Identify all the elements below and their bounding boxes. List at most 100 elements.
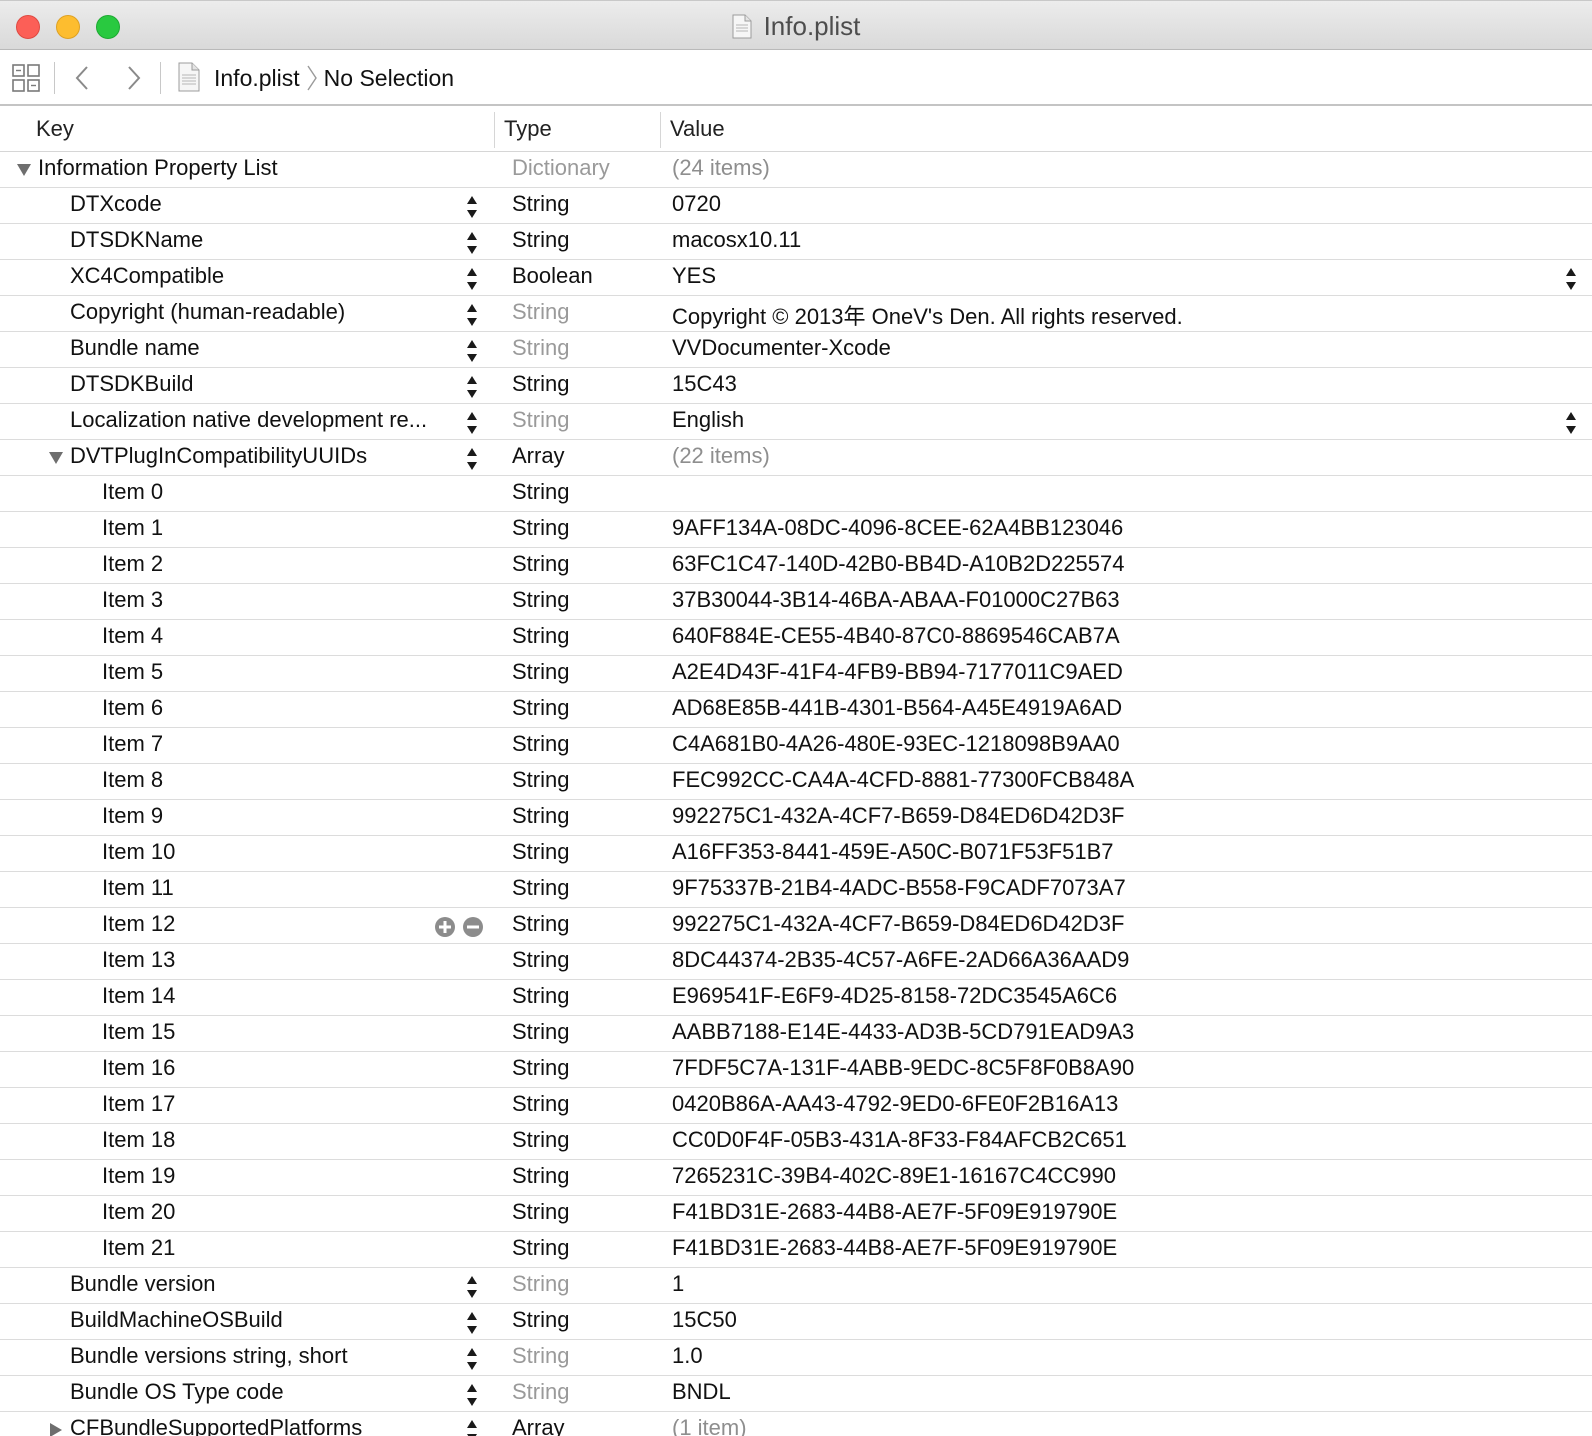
row-value[interactable]: 63FC1C47-140D-42B0-BB4D-A10B2D225574	[672, 551, 1125, 577]
plist-row[interactable]: Localization native development re... Str…	[0, 404, 1592, 440]
row-type[interactable]: String	[512, 1127, 569, 1153]
plist-row[interactable]: Item 8 String FEC992CC-CA4A-4CFD-8881-7730…	[0, 764, 1592, 800]
plist-row[interactable]: DTSDKName String macosx10.11	[0, 224, 1592, 260]
row-type[interactable]: Array	[512, 443, 565, 469]
plist-row[interactable]: Item 13 String 8DC44374-2B35-4C57-A6FE-2AD…	[0, 944, 1592, 980]
plist-row[interactable]: Item 2 String 63FC1C47-140D-42B0-BB4D-A10B…	[0, 548, 1592, 584]
row-key[interactable]: Item 9	[102, 803, 163, 829]
row-value[interactable]: A16FF353-8441-459E-A50C-B071F53F51B7	[672, 839, 1114, 865]
row-key[interactable]: Item 13	[102, 947, 175, 973]
column-header-type[interactable]: Type	[504, 116, 552, 142]
chevron-right-icon[interactable]	[124, 64, 144, 92]
up-down-stepper-icon[interactable]	[466, 1419, 478, 1436]
row-value[interactable]: (22 items)	[672, 443, 770, 469]
plist-row[interactable]: Item 14 String E969541F-E6F9-4D25-8158-72D…	[0, 980, 1592, 1016]
up-down-stepper-icon[interactable]	[466, 1275, 478, 1299]
row-key[interactable]: Item 6	[102, 695, 163, 721]
row-type[interactable]: Array	[512, 1415, 565, 1436]
row-value[interactable]: 15C50	[672, 1307, 737, 1333]
row-type[interactable]: String	[512, 803, 569, 829]
triangle-down-icon[interactable]	[48, 451, 64, 465]
row-key[interactable]: Item 8	[102, 767, 163, 793]
row-key[interactable]: Bundle OS Type code	[70, 1379, 284, 1405]
row-type[interactable]: String	[512, 695, 569, 721]
plist-row[interactable]: XC4Compatible Boolean YES	[0, 260, 1592, 296]
row-type[interactable]: String	[512, 1091, 569, 1117]
row-key[interactable]: Item 20	[102, 1199, 175, 1225]
row-type[interactable]: String	[512, 1379, 569, 1405]
row-key[interactable]: Information Property List	[38, 155, 278, 181]
row-key[interactable]: Item 14	[102, 983, 175, 1009]
triangle-right-icon[interactable]	[48, 1423, 64, 1436]
row-type[interactable]: String	[512, 947, 569, 973]
row-value[interactable]: F41BD31E-2683-44B8-AE7F-5F09E919790E	[672, 1199, 1117, 1225]
row-type[interactable]: String	[512, 1271, 569, 1297]
row-type[interactable]: Boolean	[512, 263, 593, 289]
plist-row[interactable]: Item 15 String AABB7188-E14E-4433-AD3B-5CD…	[0, 1016, 1592, 1052]
row-value[interactable]: (1 item)	[672, 1415, 747, 1436]
up-down-stepper-icon[interactable]	[466, 375, 478, 399]
row-type[interactable]: String	[512, 983, 569, 1009]
row-key[interactable]: DVTPlugInCompatibilityUUIDs	[70, 443, 367, 469]
row-type[interactable]: String	[512, 1343, 569, 1369]
plist-row[interactable]: Item 10 String A16FF353-8441-459E-A50C-B07…	[0, 836, 1592, 872]
up-down-stepper-icon[interactable]	[1565, 267, 1577, 291]
row-value[interactable]: 8DC44374-2B35-4C57-A6FE-2AD66A36AAD9	[672, 947, 1129, 973]
up-down-stepper-icon[interactable]	[466, 195, 478, 219]
plist-row[interactable]: BuildMachineOSBuild String 15C50	[0, 1304, 1592, 1340]
plist-row[interactable]: Item 5 String A2E4D43F-41F4-4FB9-BB94-7177…	[0, 656, 1592, 692]
row-value[interactable]: 1.0	[672, 1343, 703, 1369]
plist-row[interactable]: Item 16 String 7FDF5C7A-131F-4ABB-9EDC-8C5…	[0, 1052, 1592, 1088]
row-key[interactable]: Item 18	[102, 1127, 175, 1153]
row-type[interactable]: String	[512, 623, 569, 649]
row-key[interactable]: Item 2	[102, 551, 163, 577]
row-value[interactable]: 9F75337B-21B4-4ADC-B558-F9CADF7073A7	[672, 875, 1126, 901]
row-key[interactable]: Item 16	[102, 1055, 175, 1081]
plist-row[interactable]: Bundle OS Type code String BNDL	[0, 1376, 1592, 1412]
plist-row[interactable]: Item 4 String 640F884E-CE55-4B40-87C0-8869…	[0, 620, 1592, 656]
plist-row[interactable]: Item 20 String F41BD31E-2683-44B8-AE7F-5F0…	[0, 1196, 1592, 1232]
plist-row[interactable]: DTXcode String 0720	[0, 188, 1592, 224]
row-value[interactable]: English	[672, 407, 744, 433]
up-down-stepper-icon[interactable]	[1565, 411, 1577, 435]
row-type[interactable]: String	[512, 551, 569, 577]
plist-row[interactable]: Bundle versions string, short String 1.0	[0, 1340, 1592, 1376]
row-value[interactable]: E969541F-E6F9-4D25-8158-72DC3545A6C6	[672, 983, 1117, 1009]
row-value[interactable]: C4A681B0-4A26-480E-93EC-1218098B9AA0	[672, 731, 1120, 757]
row-key[interactable]: Bundle versions string, short	[70, 1343, 348, 1369]
row-key[interactable]: CFBundleSupportedPlatforms	[70, 1415, 362, 1436]
related-items-grid-icon[interactable]	[12, 64, 40, 92]
minus-circle-icon[interactable]	[462, 916, 484, 938]
row-value[interactable]: 15C43	[672, 371, 737, 397]
row-key[interactable]: XC4Compatible	[70, 263, 224, 289]
row-key[interactable]: DTSDKBuild	[70, 371, 193, 397]
row-value[interactable]: macosx10.11	[672, 227, 801, 253]
up-down-stepper-icon[interactable]	[466, 1383, 478, 1407]
row-key[interactable]: BuildMachineOSBuild	[70, 1307, 283, 1333]
column-divider[interactable]	[494, 112, 495, 148]
row-type[interactable]: String	[512, 767, 569, 793]
row-type[interactable]: String	[512, 371, 569, 397]
plist-row[interactable]: Bundle name String VVDocumenter-Xcode	[0, 332, 1592, 368]
plist-row[interactable]: CFBundleSupportedPlatforms Array (1 item)	[0, 1412, 1592, 1436]
row-value[interactable]: (24 items)	[672, 155, 770, 181]
row-type[interactable]: String	[512, 515, 569, 541]
row-key[interactable]: Item 17	[102, 1091, 175, 1117]
row-value[interactable]: YES	[672, 263, 716, 289]
row-value[interactable]: 7FDF5C7A-131F-4ABB-9EDC-8C5F8F0B8A90	[672, 1055, 1134, 1081]
plist-row[interactable]: Bundle version String 1	[0, 1268, 1592, 1304]
triangle-down-icon[interactable]	[16, 163, 32, 177]
plist-row[interactable]: Copyright (human-readable) String Copyrigh…	[0, 296, 1592, 332]
row-type[interactable]: String	[512, 911, 569, 937]
row-key[interactable]: Item 15	[102, 1019, 175, 1045]
row-value[interactable]: AABB7188-E14E-4433-AD3B-5CD791EAD9A3	[672, 1019, 1134, 1045]
row-key[interactable]: Localization native development re...	[70, 407, 427, 433]
row-key[interactable]: Bundle name	[70, 335, 200, 361]
row-type[interactable]: String	[512, 299, 569, 325]
plist-row[interactable]: Item 11 String 9F75337B-21B4-4ADC-B558-F9C…	[0, 872, 1592, 908]
plist-row[interactable]: DTSDKBuild String 15C43	[0, 368, 1592, 404]
row-value[interactable]: CC0D0F4F-05B3-431A-8F33-F84AFCB2C651	[672, 1127, 1127, 1153]
row-type[interactable]: String	[512, 1199, 569, 1225]
row-type[interactable]: String	[512, 479, 569, 505]
up-down-stepper-icon[interactable]	[466, 303, 478, 327]
